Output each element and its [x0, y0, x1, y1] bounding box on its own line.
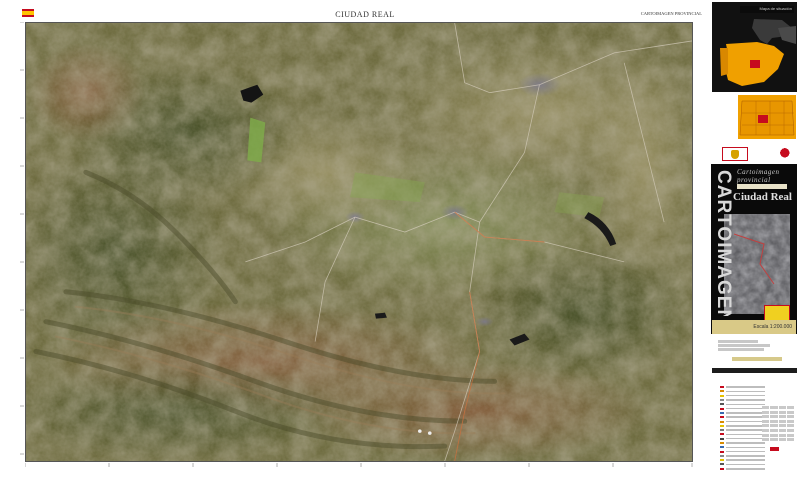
credits-line [718, 344, 770, 347]
spain-flag-icon [22, 9, 34, 17]
credits-line [718, 340, 758, 343]
credits-highlight [732, 357, 782, 361]
credits-line [718, 348, 764, 351]
legend-item [720, 467, 765, 471]
sheet-index-grid [762, 406, 794, 443]
sheet-index-highlight [770, 447, 779, 451]
locator-heading: Mapa de situación [740, 6, 794, 13]
cover-publisher-logo [764, 305, 790, 321]
map-title: CIUDAD REAL [335, 10, 395, 19]
cover-vertical-text: CARTOIMAGEN [714, 170, 734, 316]
cover-series-line2: provincial [737, 176, 771, 184]
cover-city-name: Ciudad Real [733, 191, 792, 203]
cover-scale-band [737, 184, 787, 189]
iberia-locator-map [712, 14, 797, 92]
satellite-imagery [26, 23, 692, 461]
institution-logos [722, 146, 792, 162]
province-locator-map [738, 95, 796, 139]
cover-scale-label: Escala 1:200.000 [712, 320, 796, 334]
crest-icon [731, 149, 739, 159]
cover-series-line1: Cartoimagen [737, 168, 780, 176]
graticule-ticks-left [20, 22, 24, 455]
publisher-logo [22, 6, 82, 20]
legend-header-bar [712, 368, 797, 373]
satellite-map[interactable] [25, 22, 693, 462]
credits-block [718, 340, 778, 352]
cover-series-title: Cartoimagen provincial [737, 168, 793, 184]
ign-logo-icon [780, 148, 792, 160]
legend-list [720, 385, 765, 471]
series-label: CARTOIMAGEN PROVINCIAL [640, 11, 702, 16]
graticule-ticks-bottom [25, 463, 693, 467]
ministry-logo [722, 147, 748, 161]
